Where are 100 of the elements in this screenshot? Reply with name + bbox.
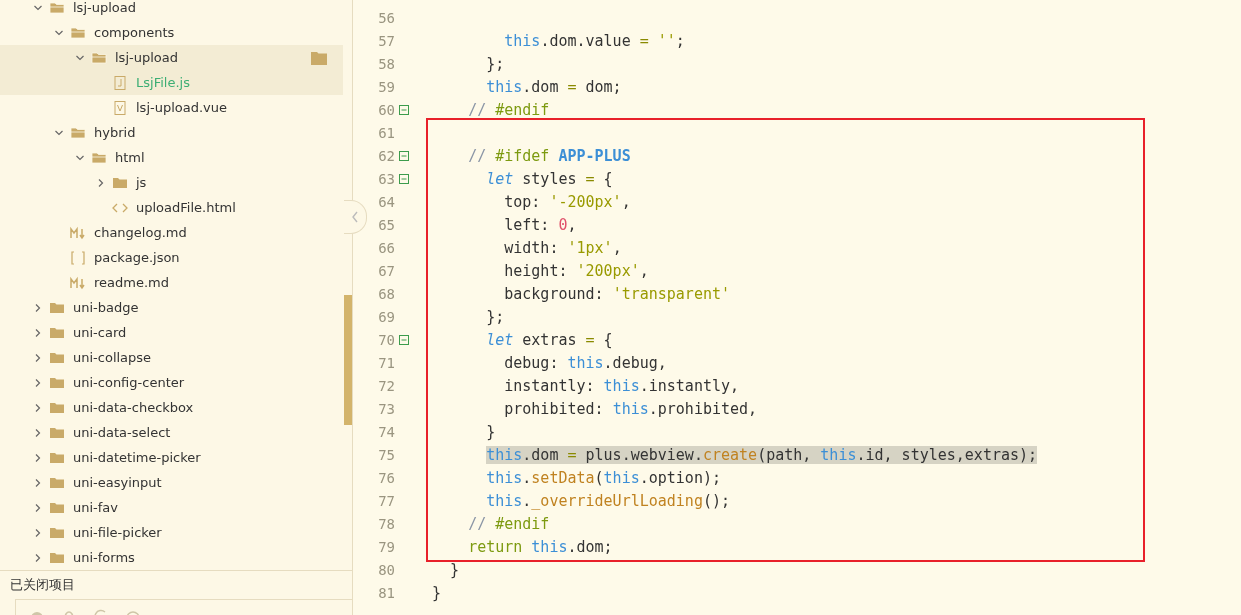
line-number: 77 bbox=[377, 492, 395, 509]
folder-icon bbox=[49, 550, 65, 565]
tree-item[interactable]: package.json bbox=[0, 245, 343, 270]
line-number: 71 bbox=[377, 354, 395, 371]
line-number: 74 bbox=[377, 423, 395, 440]
tree-item[interactable]: js bbox=[0, 170, 343, 195]
line-number: 57 bbox=[377, 32, 395, 49]
code-line: this.setData(this.option); bbox=[485, 468, 721, 487]
code-line: let styles = { bbox=[485, 169, 613, 188]
chevron-left-icon bbox=[351, 211, 359, 223]
tree-item[interactable]: uni-data-checkbox bbox=[0, 395, 343, 420]
line-number: 62 bbox=[377, 147, 395, 164]
tree-item[interactable]: readme.md bbox=[0, 270, 343, 295]
fold-icon[interactable] bbox=[399, 173, 409, 184]
folder-icon bbox=[49, 500, 65, 515]
tree-item[interactable]: uni-badge bbox=[0, 295, 343, 320]
code-line: width: '1px', bbox=[503, 238, 622, 257]
tree-item[interactable]: lsj-upload.vue bbox=[0, 95, 343, 120]
tree-item[interactable]: html bbox=[0, 145, 343, 170]
tree-item[interactable]: components bbox=[0, 20, 343, 45]
code-line: instantly: this.instantly, bbox=[503, 376, 740, 395]
folder-icon bbox=[49, 525, 65, 540]
code-line: return this.dom; bbox=[467, 537, 613, 556]
line-number: 81 bbox=[377, 584, 395, 601]
code-line: debug: this.debug, bbox=[503, 353, 667, 372]
code-line: } bbox=[485, 422, 496, 441]
code-line: }; bbox=[485, 54, 505, 73]
line-number: 78 bbox=[377, 515, 395, 532]
folder-icon bbox=[49, 450, 65, 465]
code-line: } bbox=[449, 560, 460, 579]
line-number: 60 bbox=[377, 101, 395, 118]
code-line: left: 0, bbox=[503, 215, 577, 234]
line-number: 63 bbox=[377, 170, 395, 187]
folder-icon bbox=[49, 325, 65, 340]
file-icon bbox=[112, 75, 128, 90]
line-number: 56 bbox=[377, 9, 395, 26]
tree-item[interactable]: uploadFile.html bbox=[0, 195, 343, 220]
tree-item[interactable]: hybrid bbox=[0, 120, 343, 145]
brackets-icon bbox=[70, 250, 86, 265]
folder-icon[interactable] bbox=[311, 50, 327, 65]
line-number: 75 bbox=[377, 446, 395, 463]
tree-item[interactable]: uni-file-picker bbox=[0, 520, 343, 545]
tree-item[interactable]: uni-card bbox=[0, 320, 343, 345]
folder-icon bbox=[49, 400, 65, 415]
folder-icon bbox=[91, 50, 107, 65]
folder-icon bbox=[49, 425, 65, 440]
folder-icon bbox=[49, 375, 65, 390]
line-number: 73 bbox=[377, 400, 395, 417]
code-line: height: '200px', bbox=[503, 261, 649, 280]
tree-item[interactable]: uni-forms bbox=[0, 545, 343, 570]
folder-icon bbox=[70, 125, 86, 140]
line-number: 80 bbox=[377, 561, 395, 578]
tree-item[interactable]: uni-config-center bbox=[0, 370, 343, 395]
code-line: this._overrideUrlLoading(); bbox=[485, 491, 731, 510]
tree-item[interactable]: uni-collapse bbox=[0, 345, 343, 370]
line-number: 59 bbox=[377, 78, 395, 95]
fold-icon[interactable] bbox=[399, 334, 409, 345]
tree-item[interactable]: uni-fav bbox=[0, 495, 343, 520]
folder-icon bbox=[112, 175, 128, 190]
code-line: }; bbox=[485, 307, 505, 326]
code-line: top: '-200px', bbox=[503, 192, 631, 211]
line-number: 76 bbox=[377, 469, 395, 486]
code-line: // #ifdef APP-PLUS bbox=[467, 146, 631, 165]
line-number: 67 bbox=[377, 262, 395, 279]
markdown-icon bbox=[70, 225, 86, 240]
line-number: 70 bbox=[377, 331, 395, 348]
line-number: 79 bbox=[377, 538, 395, 555]
closed-projects-label[interactable]: 已关闭项目 bbox=[10, 576, 75, 594]
tree-item[interactable]: changelog.md bbox=[0, 220, 343, 245]
line-number: 69 bbox=[377, 308, 395, 325]
folder-icon bbox=[49, 350, 65, 365]
tree-item[interactable]: uni-data-select bbox=[0, 420, 343, 445]
folder-icon bbox=[49, 475, 65, 490]
tree-item[interactable]: uni-datetime-picker bbox=[0, 445, 343, 470]
folder-icon bbox=[70, 25, 86, 40]
code-line: prohibited: this.prohibited, bbox=[503, 399, 758, 418]
tree-item[interactable]: uni-easyinput bbox=[0, 470, 343, 495]
tree-item[interactable]: lsj-upload bbox=[0, 45, 343, 70]
fold-icon[interactable] bbox=[399, 150, 409, 161]
line-number: 68 bbox=[377, 285, 395, 302]
line-number: 58 bbox=[377, 55, 395, 72]
file-icon bbox=[112, 100, 128, 115]
line-number: 64 bbox=[377, 193, 395, 210]
code-line: this.dom = dom; bbox=[485, 77, 622, 96]
line-number: 61 bbox=[377, 124, 395, 141]
tree-item[interactable]: lsj-upload bbox=[0, 0, 343, 20]
line-number: 72 bbox=[377, 377, 395, 394]
code-line: } bbox=[432, 583, 442, 602]
code-line: // #endif bbox=[467, 514, 550, 533]
markdown-icon bbox=[70, 275, 86, 290]
folder-icon bbox=[91, 150, 107, 165]
code-line: // #endif bbox=[467, 100, 550, 119]
code-line: let extras = { bbox=[485, 330, 613, 349]
scrollbar[interactable] bbox=[344, 295, 352, 425]
line-number: 66 bbox=[377, 239, 395, 256]
folder-icon bbox=[49, 300, 65, 315]
code-line: background: 'transparent' bbox=[503, 284, 731, 303]
code-line: this.dom.value = ''; bbox=[503, 31, 685, 50]
line-number: 65 bbox=[377, 216, 395, 233]
fold-icon[interactable] bbox=[399, 104, 409, 115]
